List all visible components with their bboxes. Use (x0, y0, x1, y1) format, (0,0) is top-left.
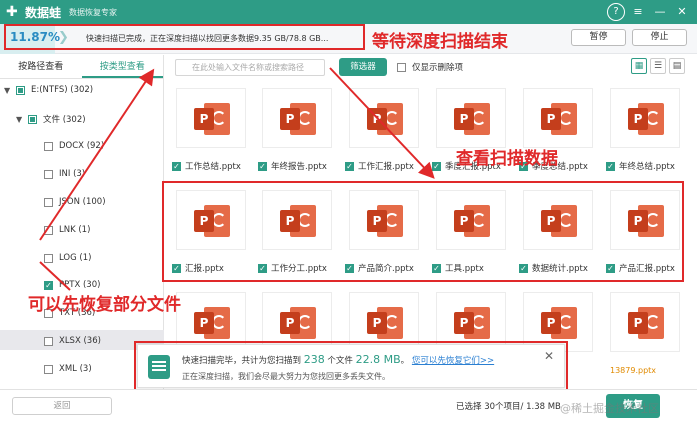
arrow-from-callout (39, 261, 71, 291)
annotation-arrows (39, 67, 435, 291)
arrow-to-type-tab (39, 68, 155, 241)
arrow-to-files (329, 67, 435, 179)
